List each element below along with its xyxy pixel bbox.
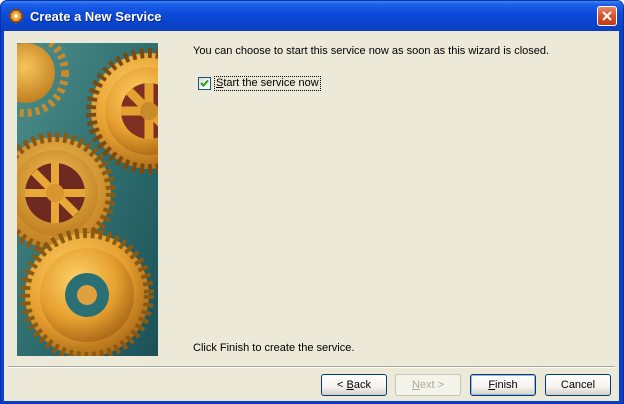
wizard-gears-image: [17, 43, 158, 356]
close-button[interactable]: [597, 6, 617, 26]
next-button[interactable]: Next >: [395, 374, 461, 396]
start-service-label[interactable]: Start the service now: [214, 75, 321, 91]
finish-instructions: Click Finish to create the service.: [193, 342, 355, 354]
window-title: Create a New Service: [30, 9, 162, 24]
checkmark-icon: [200, 79, 209, 87]
start-service-checkbox-row[interactable]: Start the service now: [198, 75, 321, 91]
start-service-checkbox[interactable]: [198, 76, 211, 90]
close-icon: [602, 11, 612, 21]
button-separator: [8, 366, 615, 368]
finish-button[interactable]: Finish: [470, 374, 536, 396]
intro-text: You can choose to start this service now…: [193, 45, 550, 57]
wizard-window: Create a New Service You can choose to s…: [0, 0, 624, 404]
gear-service-icon: [8, 8, 24, 24]
dialog-body: You can choose to start this service now…: [4, 31, 619, 401]
title-bar[interactable]: Create a New Service: [1, 1, 623, 31]
cancel-button[interactable]: Cancel: [545, 374, 611, 396]
back-button[interactable]: < Back: [321, 374, 387, 396]
